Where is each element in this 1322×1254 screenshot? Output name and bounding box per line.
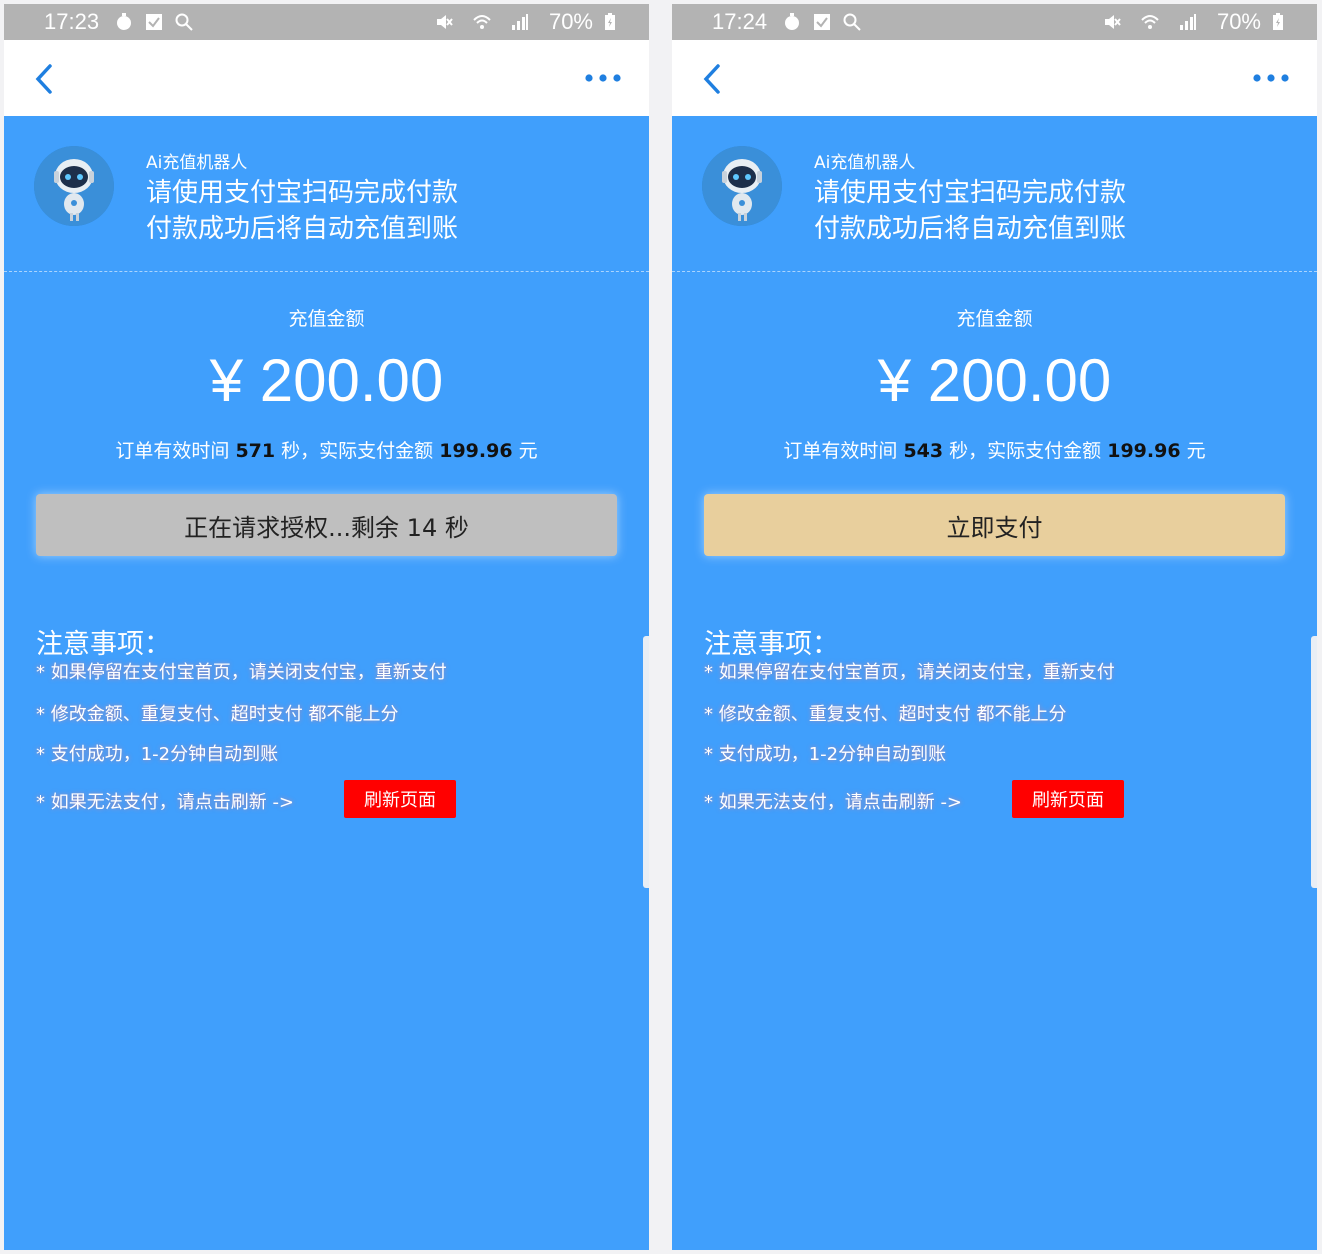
note-item: * 如果停留在支付宝首页，请关闭支付宝，重新支付 [704,662,1115,683]
authorizing-button[interactable]: 正在请求授权...剩余 14 秒 [36,494,617,556]
robot-avatar-icon [702,146,782,226]
notes-title: 注意事项： [704,629,839,660]
wifi-icon [1141,15,1159,29]
note-item: * 修改金额、重复支付、超时支付 都不能上分 [704,704,1067,725]
amount-value: ¥ 200.00 [209,347,444,414]
bot-name: Ai充值机器人 [814,153,916,173]
note-item: * 支付成功，1-2分钟自动到账 [36,744,279,765]
status-time: 17:23 [44,9,100,34]
battery-percent: 70% [548,9,593,34]
search-icon [843,13,861,31]
pay-amount: 199.96 [439,440,513,462]
pay-amount: 199.96 [1107,440,1181,462]
refresh-page-button[interactable]: 刷新页面 [344,780,456,818]
amount-label: 充值金额 [288,308,365,330]
amount-label: 充值金额 [956,308,1033,330]
scroll-handle[interactable] [1311,636,1317,888]
timer-icon [785,13,800,30]
note-item: * 如果停留在支付宝首页，请关闭支付宝，重新支付 [36,662,447,683]
order-info: 订单有效时间 543 秒，实际支付金额 199.96 元 [672,436,1317,463]
order-mid: 秒，实际支付金额 [275,440,440,462]
nav-bar [4,40,649,116]
order-seconds: 543 [903,440,944,462]
refresh-page-button[interactable]: 刷新页面 [1012,780,1124,818]
status-bar: 17:24 70% [672,4,1317,40]
order-prefix: 订单有效时间 [115,440,236,462]
hint-line-2: 付款成功后将自动充值到账 [814,214,1127,244]
order-mid: 秒，实际支付金额 [943,440,1108,462]
checkbox-icon [146,14,163,30]
order-suffix: 元 [512,440,538,462]
notes-title: 注意事项： [36,629,171,660]
more-icon[interactable] [583,70,623,86]
phone-screen-left: 17:23 70% Ai充值机器人 请使用支付宝扫码完成付款 付款成功后将自动充… [4,4,649,1250]
signal-icon [1179,14,1196,30]
wifi-icon [473,15,491,29]
robot-avatar-icon [34,146,114,226]
order-suffix: 元 [1180,440,1206,462]
back-arrow-icon[interactable] [698,62,728,96]
order-info: 订单有效时间 571 秒，实际支付金额 199.96 元 [4,436,649,463]
hint-line-1: 请使用支付宝扫码完成付款 [814,178,1127,208]
order-prefix: 订单有效时间 [783,440,904,462]
back-arrow-icon[interactable] [30,62,60,96]
hint-line-2: 付款成功后将自动充值到账 [146,214,459,244]
phone-screen-right: 17:24 70% Ai充值机器人 请使用支付宝扫码完成付款 付款成功后将自动充… [672,4,1317,1250]
order-seconds: 571 [235,440,276,462]
status-time: 17:24 [712,9,768,34]
note-item: * 如果无法支付，请点击刷新 -> [704,792,963,813]
pay-now-button[interactable]: 立即支付 [704,494,1285,556]
timer-icon [117,13,132,30]
mute-icon [436,15,453,29]
scroll-handle[interactable] [643,636,649,888]
nav-bar [672,40,1317,116]
search-icon [175,13,193,31]
signal-icon [511,14,528,30]
status-right: 70% [435,9,631,35]
battery-icon [605,13,615,30]
battery-icon [1273,13,1283,30]
checkbox-icon [814,14,831,30]
mute-icon [1104,15,1121,29]
bot-header: Ai充值机器人 请使用支付宝扫码完成付款 付款成功后将自动充值到账 [4,116,649,272]
bot-header: Ai充值机器人 请使用支付宝扫码完成付款 付款成功后将自动充值到账 [672,116,1317,272]
status-right: 70% [1103,9,1299,35]
bot-name: Ai充值机器人 [146,153,248,173]
amount-value: ¥ 200.00 [877,347,1112,414]
more-icon[interactable] [1251,70,1291,86]
note-item: * 修改金额、重复支付、超时支付 都不能上分 [36,704,399,725]
comparison-stage: 17:23 70% Ai充值机器人 请使用支付宝扫码完成付款 付款成功后将自动充… [0,0,1322,1254]
battery-percent: 70% [1216,9,1261,34]
hint-line-1: 请使用支付宝扫码完成付款 [146,178,459,208]
note-item: * 如果无法支付，请点击刷新 -> [36,792,295,813]
status-bar: 17:23 70% [4,4,649,40]
note-item: * 支付成功，1-2分钟自动到账 [704,744,947,765]
